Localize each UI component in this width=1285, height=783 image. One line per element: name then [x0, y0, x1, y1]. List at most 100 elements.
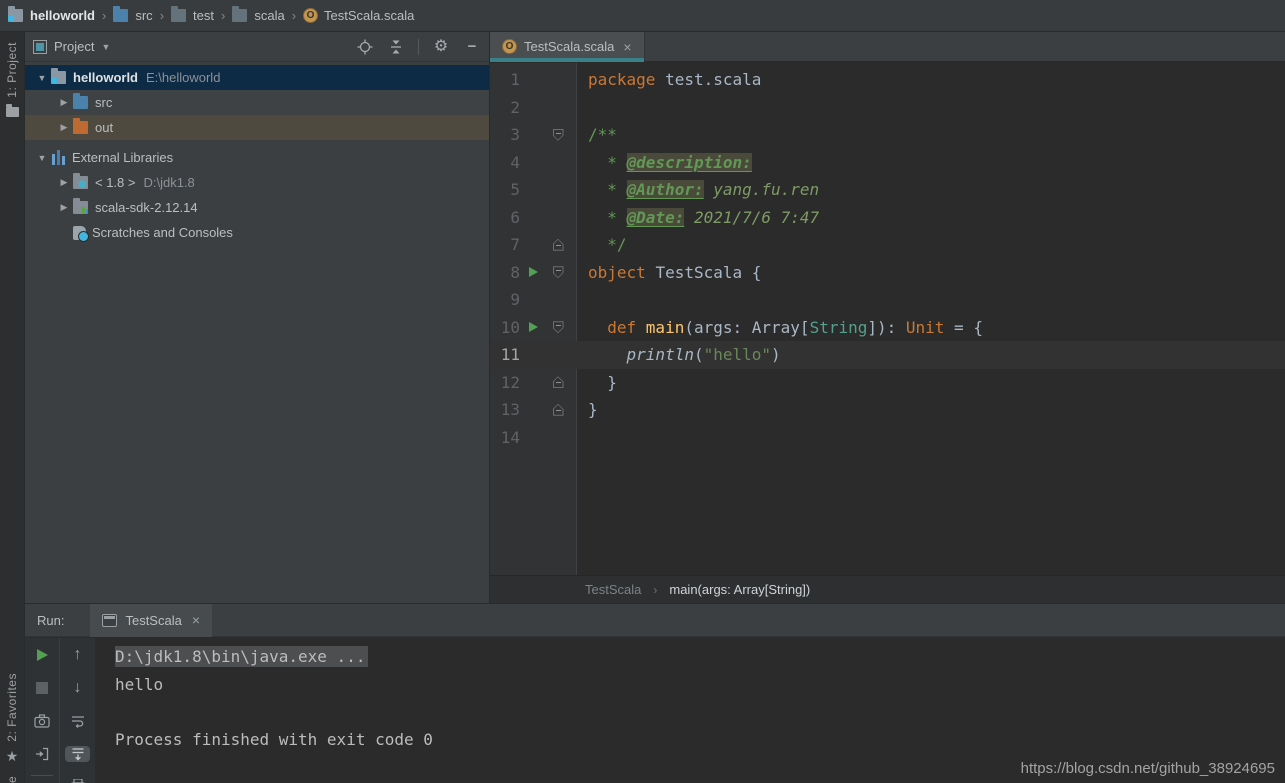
console-line-2: hello — [115, 674, 164, 694]
locate-icon[interactable] — [356, 38, 374, 56]
gutter-cell: 10 — [490, 314, 578, 342]
gutter-cell: 12 — [490, 369, 578, 397]
code-text[interactable]: def main(args: Array[String]): Unit = { — [578, 314, 983, 342]
code-line-5[interactable]: 5 * @Author: yang.fu.ren — [490, 176, 1285, 204]
code-line-6[interactable]: 6 * @Date: 2021/7/6 7:47 — [490, 204, 1285, 232]
scala-object-icon — [502, 39, 517, 54]
tool-stripe-favorites-button[interactable]: 2: Favorites — [5, 673, 19, 742]
close-icon[interactable]: × — [623, 39, 631, 55]
project-tree: ▼ helloworld E:\helloworld ▶ src ▶ out ▼ Externa… — [25, 62, 489, 245]
run-gutter-icon[interactable] — [528, 267, 538, 278]
fold-close-icon[interactable] — [552, 376, 564, 389]
line-number: 2 — [510, 97, 520, 117]
breadcrumb-label: helloworld — [30, 8, 95, 23]
code-text[interactable]: */ — [578, 231, 626, 259]
breadcrumb-scala[interactable]: scala — [232, 6, 285, 23]
stop-icon[interactable] — [34, 680, 50, 696]
breadcrumb-test[interactable]: test — [171, 6, 214, 23]
folder-src-icon — [113, 6, 129, 22]
code-line-3[interactable]: 3 /** — [490, 121, 1285, 149]
library-icon — [73, 198, 89, 214]
console-window-icon — [102, 613, 118, 627]
code-editor[interactable]: 1 package test.scala 2 3/** 4 * @description… — [490, 63, 1285, 575]
breadcrumb-member[interactable]: main(args: Array[String]) — [669, 582, 810, 597]
rerun-icon[interactable] — [34, 647, 50, 663]
tool-stripe-partial-label: e — [5, 775, 19, 783]
fold-open-icon[interactable] — [552, 321, 564, 334]
code-text[interactable]: /** — [578, 121, 617, 149]
tree-item-1-8[interactable]: ▶ < 1.8 > D:\jdk1.8 — [25, 170, 489, 195]
code-line-11[interactable]: 11 println("hello") — [490, 341, 1285, 369]
close-icon[interactable]: × — [192, 612, 200, 628]
code-line-12[interactable]: 12 } — [490, 369, 1285, 397]
code-text[interactable]: } — [578, 396, 598, 424]
line-number: 3 — [510, 125, 520, 145]
code-text[interactable]: object TestScala { — [578, 259, 761, 287]
project-panel-title[interactable]: Project — [54, 39, 94, 54]
twisty-open-icon[interactable]: ▼ — [33, 73, 51, 83]
breadcrumb-helloworld[interactable]: helloworld — [8, 6, 95, 23]
code-text[interactable]: * @Date: 2021/7/6 7:47 — [578, 204, 819, 232]
twisty-closed-icon[interactable]: ▶ — [55, 177, 73, 188]
breadcrumb-class[interactable]: TestScala — [585, 582, 641, 597]
code-line-7[interactable]: 7 */ — [490, 231, 1285, 259]
code-line-8[interactable]: 8 object TestScala { — [490, 259, 1285, 287]
scroll-to-end-icon[interactable] — [65, 746, 90, 762]
tree-item-scala-sdk-2-12-14[interactable]: ▶ scala-sdk-2.12.14 — [25, 195, 489, 220]
tree-item-out[interactable]: ▶ out — [25, 115, 489, 140]
code-line-14[interactable]: 14 — [490, 424, 1285, 452]
code-line-9[interactable]: 9 — [490, 286, 1285, 314]
scratches-icon — [73, 225, 89, 242]
twisty-closed-icon[interactable]: ▶ — [55, 97, 73, 108]
screenshot-camera-icon[interactable] — [34, 713, 50, 729]
print-icon[interactable] — [70, 779, 86, 783]
gutter-cell: 3 — [490, 121, 578, 149]
tree-item-hint: D:\jdk1.8 — [143, 175, 195, 190]
code-line-1[interactable]: 1 package test.scala — [490, 66, 1285, 94]
code-text[interactable]: * @Author: yang.fu.ren — [578, 176, 819, 204]
tool-stripe-project-button[interactable]: 1: Project — [5, 42, 19, 98]
run-tab-testscala[interactable]: TestScala × — [90, 603, 213, 637]
gutter-cell: 13 — [490, 396, 578, 424]
editor-tab-testscala[interactable]: TestScala.scala × — [490, 32, 645, 62]
line-number: 6 — [510, 207, 520, 227]
tree-item-helloworld[interactable]: ▼ helloworld E:\helloworld — [25, 65, 489, 90]
code-line-4[interactable]: 4 * @description: — [490, 149, 1285, 177]
tree-item-src[interactable]: ▶ src — [25, 90, 489, 115]
fold-open-icon[interactable] — [552, 128, 564, 141]
breadcrumb-testscala-scala[interactable]: TestScala.scala — [303, 8, 414, 23]
line-number: 4 — [510, 152, 520, 172]
code-line-10[interactable]: 10 def main(args: Array[String]): Unit =… — [490, 314, 1285, 342]
breadcrumb-src[interactable]: src — [113, 6, 153, 23]
gutter-cell: 2 — [490, 94, 578, 122]
code-line-13[interactable]: 13} — [490, 396, 1285, 424]
run-gutter-icon[interactable] — [528, 322, 538, 333]
tree-item-external-libraries[interactable]: ▼ External Libraries — [25, 145, 489, 170]
down-stack-icon[interactable]: ↓ — [70, 680, 86, 696]
code-text[interactable]: println("hello") — [578, 341, 781, 369]
tree-item-scratches-and-consoles[interactable]: Scratches and Consoles — [25, 220, 489, 245]
left-tool-stripe: 1: Project 2: Favorites ★ e — [0, 32, 25, 783]
line-number: 7 — [510, 235, 520, 255]
hide-panel-icon[interactable]: − — [463, 38, 481, 56]
run-tool-window: Run: TestScala × ↑ ↓ D:\jdk1.8\bin\java.… — [25, 603, 1285, 783]
code-text[interactable]: } — [578, 369, 617, 397]
soft-wrap-icon[interactable] — [70, 713, 86, 729]
run-panel-content: ↑ ↓ D:\jdk1.8\bin\java.exe ... hello Pro… — [25, 638, 1285, 783]
twisty-closed-icon[interactable]: ▶ — [55, 122, 73, 133]
code-text[interactable]: package test.scala — [578, 66, 761, 94]
twisty-closed-icon[interactable]: ▶ — [55, 202, 73, 213]
up-stack-icon[interactable]: ↑ — [70, 647, 86, 663]
code-text[interactable]: * @description: — [578, 149, 752, 177]
gutter-cell: 9 — [490, 286, 578, 314]
fold-open-icon[interactable] — [552, 266, 564, 279]
fold-close-icon[interactable] — [552, 238, 564, 251]
chevron-down-icon[interactable]: ▼ — [101, 42, 110, 52]
exit-icon[interactable] — [34, 746, 50, 762]
code-line-2[interactable]: 2 — [490, 94, 1285, 122]
fold-close-icon[interactable] — [552, 403, 564, 416]
gear-icon[interactable]: ⚙ — [432, 38, 450, 56]
collapse-all-icon[interactable] — [387, 38, 405, 56]
editor-breadcrumbs: TestScala › main(args: Array[String]) — [490, 575, 1285, 603]
twisty-open-icon[interactable]: ▼ — [33, 153, 51, 163]
